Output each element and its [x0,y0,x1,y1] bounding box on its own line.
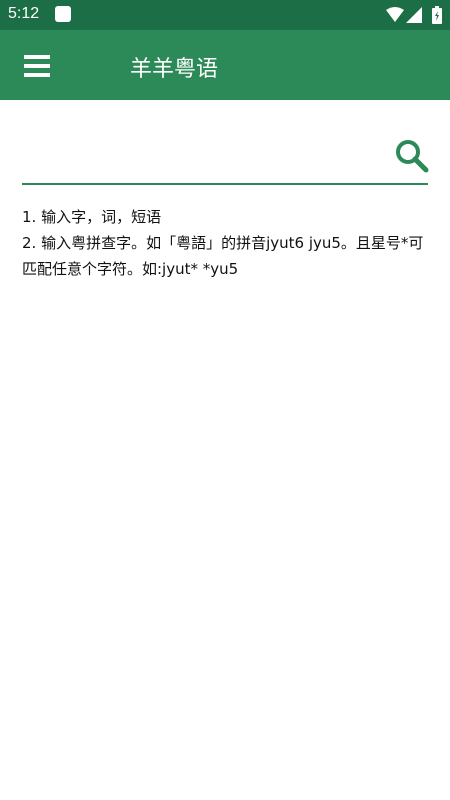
menu-button[interactable] [18,50,54,82]
search-button[interactable] [394,138,430,174]
battery-icon [432,6,442,24]
app-bar: 羊羊粤语 [0,30,450,100]
hint-line-2: 2. 输入粤拼查字。如「粤語」的拼音jyut6 jyu5。且星号*可匹配任意个字… [22,234,424,278]
app-notification-icon [55,6,71,22]
signal-icon [406,7,422,23]
status-time: 5:12 [8,5,40,22]
search-input[interactable] [22,130,386,184]
search-icon [396,140,429,173]
status-bar: 5:12 [0,0,450,30]
app-title: 羊羊粤语 [130,57,219,82]
hint-line-1: 1. 输入字，词，短语 [22,208,162,226]
search-underline [22,183,428,185]
hamburger-menu-icon [24,55,50,77]
wifi-icon [386,7,404,22]
search-area [22,130,430,185]
search-hints: 1. 输入字，词，短语 2. 输入粤拼查字。如「粤語」的拼音jyut6 jyu5… [22,204,432,282]
